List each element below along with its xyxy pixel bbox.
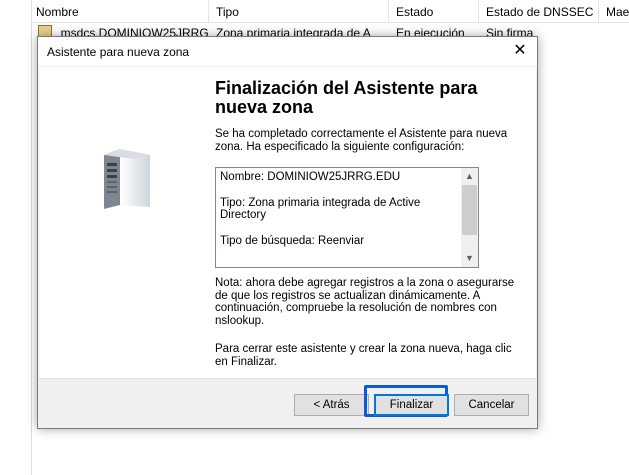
new-zone-wizard-dialog: Asistente para nueva zona ✕ Finalización…	[37, 36, 538, 429]
column-status[interactable]: Estado	[396, 5, 433, 19]
column-separator[interactable]	[598, 0, 599, 22]
column-separator[interactable]	[478, 0, 479, 22]
button-bar: < Atrás Finalizar Cancelar	[39, 378, 536, 428]
summary-name: Nombre: DOMINIOW25JRRG.EDU	[220, 171, 401, 183]
column-dnssec[interactable]: Estado de DNSSEC	[486, 5, 593, 19]
wizard-side-panel	[39, 67, 207, 378]
column-master[interactable]: Mae	[606, 5, 629, 19]
finish-instructions: Para cerrar este asistente y crear la zo…	[215, 343, 512, 368]
page-title: Finalización del Asistente para nueva zo…	[215, 78, 478, 117]
cancel-button[interactable]: Cancelar	[454, 394, 529, 416]
wizard-content-panel: Finalización del Asistente para nueva zo…	[207, 67, 536, 378]
server-icon	[104, 149, 150, 209]
scroll-thumb[interactable]	[462, 185, 477, 235]
console-tree-pane	[0, 0, 32, 475]
close-button[interactable]: ✕	[503, 37, 537, 66]
scroll-down-icon[interactable]: ▼	[461, 250, 478, 267]
finish-button[interactable]: Finalizar	[374, 394, 449, 416]
summary-type: Tipo: Zona primaria integrada de Active …	[220, 196, 421, 222]
vertical-scrollbar[interactable]: ▲ ▼	[461, 168, 478, 267]
intro-text: Se ha completado correctamente el Asiste…	[215, 128, 508, 153]
close-icon: ✕	[513, 42, 527, 59]
title-bar[interactable]: Asistente para nueva zona ✕	[38, 37, 537, 66]
note-text: Nota: ahora debe agregar registros a la …	[215, 277, 515, 327]
summary-text: Nombre: DOMINIOW25JRRG.EDU Tipo: Zona pr…	[220, 171, 458, 247]
scroll-up-icon[interactable]: ▲	[461, 168, 478, 185]
column-header: Nombre Tipo Estado Estado de DNSSEC Mae	[32, 0, 629, 23]
column-type[interactable]: Tipo	[216, 5, 239, 19]
configuration-summary-box[interactable]: Nombre: DOMINIOW25JRRG.EDU Tipo: Zona pr…	[215, 167, 479, 268]
summary-lookup-type: Tipo de búsqueda: Reenviar	[220, 234, 365, 247]
back-button[interactable]: < Atrás	[294, 394, 369, 416]
dialog-title: Asistente para nueva zona	[47, 45, 190, 59]
column-name[interactable]: Nombre	[36, 5, 79, 19]
column-separator[interactable]	[208, 0, 209, 22]
column-separator[interactable]	[388, 0, 389, 22]
